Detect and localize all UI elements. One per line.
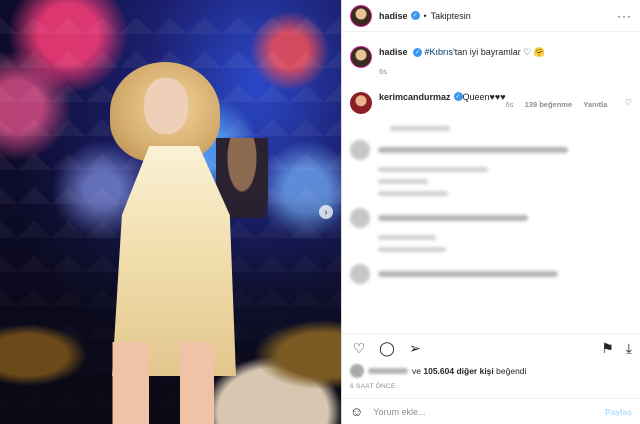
download-icon[interactable]: ⤓ (626, 340, 632, 357)
caption-time: 6s (379, 67, 387, 76)
avatar (350, 208, 370, 228)
blurred-comment (378, 147, 568, 153)
blurred-comment (378, 215, 528, 221)
comments-list[interactable]: hadise ✓ #Kıbrıs'tan iyi bayramlar ♡ 🤗 6… (342, 32, 640, 333)
likes-suffix: beğendi (496, 366, 527, 376)
blurred-reply-toggle (378, 247, 446, 252)
likes-summary: ve 105.604 diğer kişi beğendi (342, 363, 640, 379)
separator: • (423, 10, 427, 21)
singer-figure (92, 62, 252, 424)
comment-username[interactable]: kerimcandurmaz (379, 92, 451, 102)
blurred-comment (378, 271, 558, 277)
likes-count[interactable]: 105.604 diğer kişi (423, 366, 493, 376)
blurred-meta (378, 235, 436, 240)
list-item (350, 140, 632, 160)
header-username[interactable]: hadise (379, 11, 408, 21)
comment-time: 6s (505, 100, 514, 109)
avatar (350, 264, 370, 284)
post-timestamp: 6 SAAT ÖNCE (350, 383, 396, 390)
bookmark-icon[interactable]: ⚑ (601, 340, 614, 357)
action-bar: ♡ ◯ ➢ ⚑ ⤓ (342, 333, 640, 363)
caption-username[interactable]: hadise (379, 47, 408, 57)
instagram-post: › hadise ✓ • Takiptesin ··· hadise ✓ #Kı… (0, 0, 640, 424)
comment-icon[interactable]: ◯ (378, 340, 396, 357)
list-item (350, 208, 632, 228)
send-icon[interactable]: ➢ (406, 340, 424, 357)
blurred-meta (378, 179, 428, 184)
post-header: hadise ✓ • Takiptesin ··· (342, 0, 640, 32)
blurred-reply-toggle (378, 191, 448, 196)
comment-text: Queen♥♥♥ (462, 92, 506, 102)
more-icon[interactable]: ··· (617, 9, 632, 23)
caption: hadise ✓ #Kıbrıs'tan iyi bayramlar ♡ 🤗 6… (350, 32, 632, 78)
avatar (350, 364, 364, 378)
comment-like-icon[interactable]: ♡ (625, 98, 632, 107)
legs (102, 342, 232, 424)
post-photo[interactable]: › (0, 0, 341, 424)
blurred-username (368, 368, 408, 374)
verified-icon: ✓ (410, 11, 420, 20)
list-item: kerimcandurmaz ✓ Queen♥♥♥ 6s 139 beğenme… (350, 78, 632, 114)
comment-likes[interactable]: 139 beğenme (525, 100, 573, 109)
hashtag-link[interactable]: #Kıbrıs (425, 47, 454, 57)
blurred-reply-toggle[interactable] (390, 126, 450, 131)
heart-icon[interactable]: ♡ (350, 340, 368, 357)
follow-status[interactable]: Takiptesin (431, 11, 471, 21)
verified-icon: ✓ (413, 48, 423, 58)
face (144, 78, 188, 134)
comment-input[interactable]: Yorum ekle... (373, 407, 425, 417)
post-button[interactable]: Paylaş (605, 407, 632, 417)
add-comment-bar: ☺ Yorum ekle... Paylaş (342, 398, 640, 424)
caption-text: 'tan iyi bayramlar ♡ 🤗 (453, 47, 546, 57)
post-sidebar: hadise ✓ • Takiptesin ··· hadise ✓ #Kıbr… (341, 0, 640, 424)
chevron-right-icon[interactable]: › (319, 205, 333, 219)
list-item (350, 264, 632, 284)
blurred-comment (378, 167, 488, 172)
likes-connector: ve (412, 366, 421, 376)
avatar[interactable] (350, 92, 372, 114)
reply-button[interactable]: Yanıtla (583, 100, 607, 109)
avatar[interactable] (350, 46, 372, 68)
verified-icon: ✓ (453, 92, 463, 101)
smiley-icon[interactable]: ☺ (350, 404, 363, 419)
avatar[interactable] (350, 4, 372, 27)
avatar (350, 140, 370, 160)
